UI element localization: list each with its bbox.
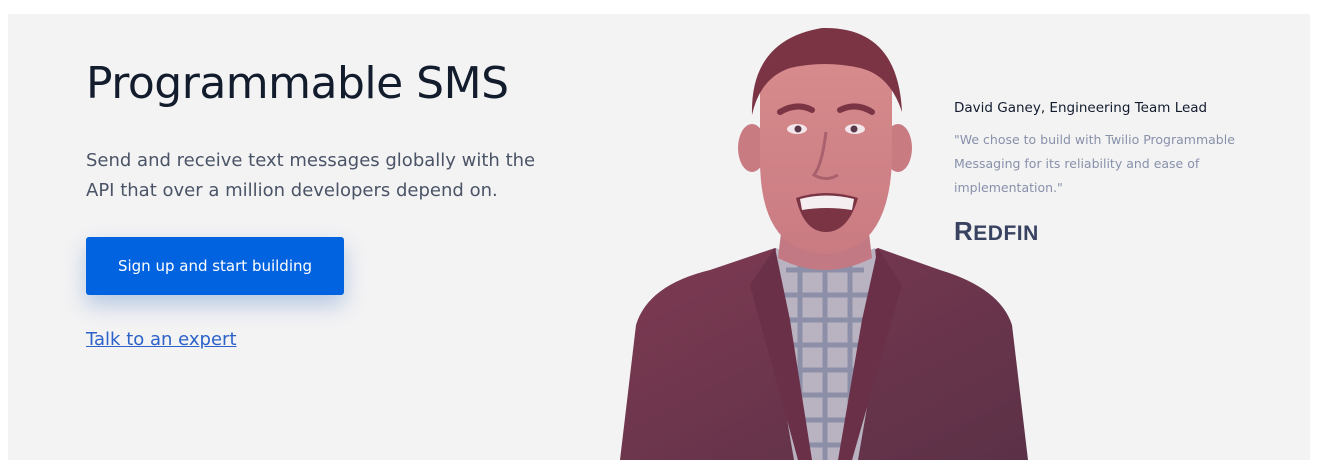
redfin-logo: REDFIN <box>954 216 1039 246</box>
testimonial-quote: "We chose to build with Twilio Programma… <box>954 132 1235 195</box>
page-border-top <box>0 0 1320 14</box>
page-border-left <box>0 0 8 460</box>
testimonial-author: David Ganey, Engineering Team Lead <box>954 100 1208 116</box>
sign-up-button[interactable]: Sign up and start building <box>86 237 344 295</box>
page-title: Programmable SMS <box>86 58 509 109</box>
talk-to-expert-link[interactable]: Talk to an expert <box>86 329 237 350</box>
page-border-right <box>1310 0 1320 460</box>
hero-subtitle: Send and receive text messages globally … <box>86 150 536 201</box>
hero-section: Programmable SMS Send and receive text m… <box>0 0 1320 460</box>
